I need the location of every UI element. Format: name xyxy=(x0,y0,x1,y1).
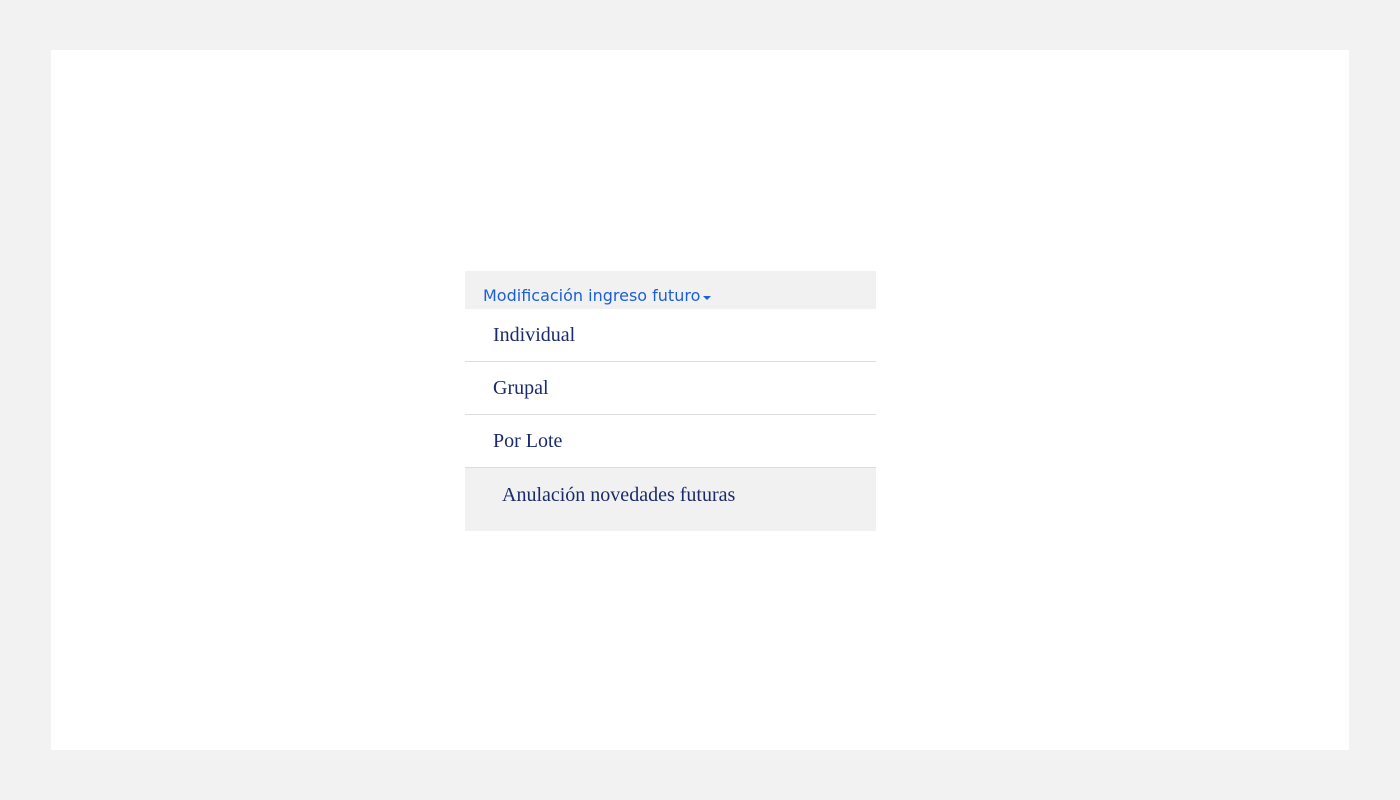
menu-item-label: Anulación novedades futuras xyxy=(502,484,736,506)
caret-down-icon xyxy=(703,296,712,300)
page-content: Modificación ingreso futuro Individual G… xyxy=(51,50,1349,750)
menu-item-por-lote[interactable]: Por Lote xyxy=(465,415,876,468)
menu-item-grupal[interactable]: Grupal xyxy=(465,362,876,415)
menu-item-label: Por Lote xyxy=(493,429,563,452)
menu-header-label: Modificación ingreso futuro xyxy=(483,286,701,305)
dropdown-menu: Modificación ingreso futuro Individual G… xyxy=(465,271,876,531)
menu-item-anulacion-novedades-futuras[interactable]: Anulación novedades futuras xyxy=(465,468,876,531)
menu-item-label: Grupal xyxy=(493,376,549,399)
menu-item-individual[interactable]: Individual xyxy=(465,309,876,362)
menu-item-label: Individual xyxy=(493,323,576,346)
modificacion-ingreso-futuro-toggle[interactable]: Modificación ingreso futuro xyxy=(465,271,876,309)
